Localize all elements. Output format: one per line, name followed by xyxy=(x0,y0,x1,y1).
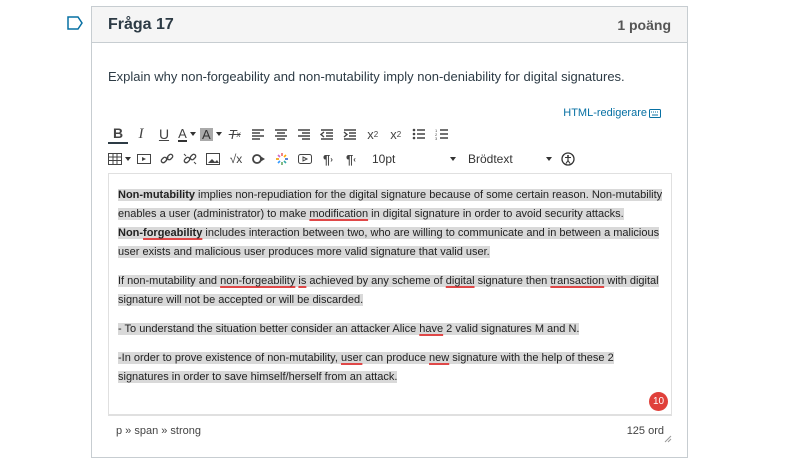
word-count: 125 ord xyxy=(626,424,664,437)
media-button[interactable] xyxy=(134,149,154,169)
superscript-button[interactable]: x2 xyxy=(363,124,383,144)
block-format-value: Brödtext xyxy=(468,152,513,166)
indent-icon xyxy=(343,129,356,140)
text-span: achieved by any scheme of xyxy=(306,275,446,287)
text-color-button[interactable]: A xyxy=(177,124,197,144)
text-span: -In order to prove existence of non-muta… xyxy=(118,352,341,364)
table-icon xyxy=(108,153,122,165)
block-format-select[interactable]: Brödtext xyxy=(466,149,558,169)
chevron-down-icon xyxy=(215,132,222,136)
chevron-down-icon xyxy=(125,157,131,161)
highlight-color-icon: A xyxy=(200,126,213,142)
misspelled-word: have xyxy=(419,323,444,335)
answer-paragraph-3: - To understand the situation better con… xyxy=(118,320,663,339)
misspelled-word: modification xyxy=(309,208,369,220)
answer-paragraph-2: If non-mutability and non-forgeability i… xyxy=(118,272,663,310)
question-text: Explain why non-forgeability and non-mut… xyxy=(108,69,625,84)
text-span: signature then xyxy=(474,275,551,287)
outdent-button[interactable] xyxy=(317,124,337,144)
spellcheck-count-badge[interactable]: 10 xyxy=(649,392,668,411)
resize-handle-icon[interactable] xyxy=(664,435,672,443)
editor-toolbar-row-1: B I U A A Tx x2 x2 123 xyxy=(108,123,668,145)
background-color-button[interactable]: A xyxy=(200,124,222,144)
ltr-button[interactable]: ¶ › xyxy=(318,149,338,169)
clear-formatting-button[interactable]: Tx xyxy=(225,124,245,144)
answer-paragraph-4: -In order to prove existence of non-muta… xyxy=(118,349,663,387)
text-span: in digital signature in order to avoid s… xyxy=(368,208,624,220)
accessibility-checker-button[interactable] xyxy=(558,149,578,169)
misspelled-word: transaction xyxy=(550,275,605,287)
image-button[interactable] xyxy=(203,149,223,169)
image-icon xyxy=(206,153,220,165)
italic-button[interactable]: I xyxy=(131,124,151,144)
text-span: - To understand the situation better con… xyxy=(118,323,420,335)
media-record-button[interactable] xyxy=(295,149,315,169)
answer-paragraph-1: Non-mutability implies non-repudiation f… xyxy=(118,186,663,262)
chevron-down-icon xyxy=(189,132,196,136)
math-equation-button[interactable]: √x xyxy=(226,149,246,169)
bookmark-flag-icon[interactable] xyxy=(67,16,83,30)
font-size-select[interactable]: 10pt xyxy=(370,149,462,169)
media-icon xyxy=(137,154,151,164)
embed-arrow-icon xyxy=(252,154,265,164)
unlink-icon xyxy=(183,153,197,165)
misspelled-word: user xyxy=(340,352,363,364)
rich-text-editor[interactable]: Non-mutability implies non-repudiation f… xyxy=(108,173,672,415)
text-span: can produce xyxy=(362,352,430,364)
question-points: 1 poäng xyxy=(617,16,671,33)
bold-text: Non-mutability xyxy=(118,189,195,201)
misspelled-word: digital xyxy=(445,275,475,287)
numbered-list-icon: 123 xyxy=(435,128,448,140)
font-size-value: 10pt xyxy=(372,152,396,166)
underline-button[interactable]: U xyxy=(154,124,174,144)
embed-button[interactable] xyxy=(249,149,269,169)
svg-text:3: 3 xyxy=(435,136,438,140)
bold-text: Non- xyxy=(118,227,144,239)
text-span: 2 valid signatures M and N. xyxy=(443,323,580,335)
apps-button[interactable] xyxy=(272,149,292,169)
question-card: Fråga 17 1 poäng Explain why non-forgeab… xyxy=(91,6,688,458)
table-button[interactable] xyxy=(108,149,131,169)
text-span: If non-mutability and xyxy=(118,275,221,287)
bullet-list-icon xyxy=(412,128,425,140)
align-right-icon xyxy=(297,129,310,140)
editor-toolbar-row-2: √x ¶ › ¶ ‹ 10pt Brödtext xyxy=(108,148,668,170)
align-center-icon xyxy=(274,129,287,140)
outdent-icon xyxy=(319,129,333,140)
align-right-button[interactable] xyxy=(294,124,314,144)
question-header: Fråga 17 1 poäng xyxy=(92,7,687,43)
video-icon xyxy=(298,154,312,164)
chevron-down-icon xyxy=(450,157,456,161)
text-color-icon: A xyxy=(178,125,187,142)
bullet-list-button[interactable] xyxy=(409,124,429,144)
question-title: Fråga 17 xyxy=(108,15,174,33)
rtl-button[interactable]: ¶ ‹ xyxy=(341,149,361,169)
html-editor-label: HTML-redigerare xyxy=(563,107,647,119)
align-center-button[interactable] xyxy=(271,124,291,144)
keyboard-icon xyxy=(649,108,661,118)
misspelled-word: forgeability xyxy=(143,227,203,239)
chevron-down-icon xyxy=(546,157,552,161)
bold-button[interactable]: B xyxy=(108,124,128,144)
link-icon xyxy=(160,153,174,164)
link-button[interactable] xyxy=(157,149,177,169)
accessibility-icon xyxy=(561,152,575,166)
editor-statusbar: p » span » strong 125 ord xyxy=(108,415,672,445)
numbered-list-button[interactable]: 123 xyxy=(432,124,452,144)
element-path[interactable]: p » span » strong xyxy=(116,425,201,437)
apps-sparkle-icon xyxy=(276,153,288,165)
indent-button[interactable] xyxy=(340,124,360,144)
subscript-button[interactable]: x2 xyxy=(386,124,406,144)
html-editor-link[interactable]: HTML-redigerare xyxy=(563,107,661,119)
align-left-icon xyxy=(251,129,264,140)
misspelled-word: non-forgeability xyxy=(220,275,296,287)
unlink-button[interactable] xyxy=(180,149,200,169)
misspelled-word: new xyxy=(429,352,450,364)
align-left-button[interactable] xyxy=(248,124,268,144)
